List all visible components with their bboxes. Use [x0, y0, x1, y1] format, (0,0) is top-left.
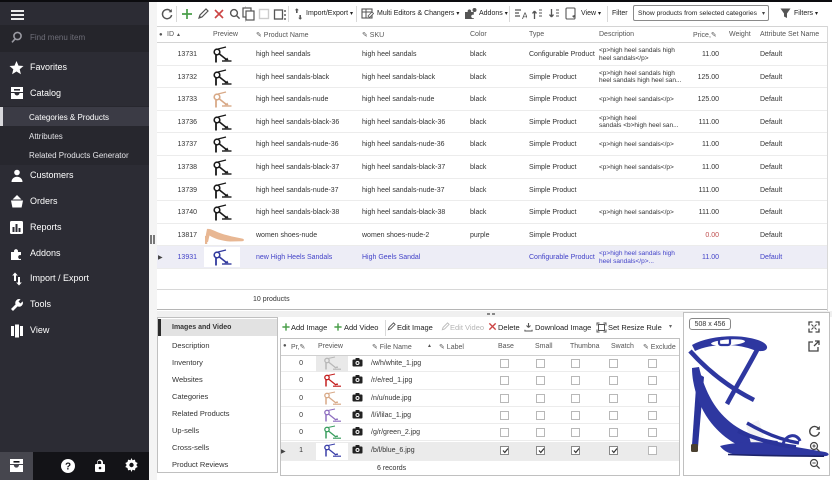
- svg-text:A: A: [522, 11, 527, 20]
- svg-text:?: ?: [65, 462, 71, 473]
